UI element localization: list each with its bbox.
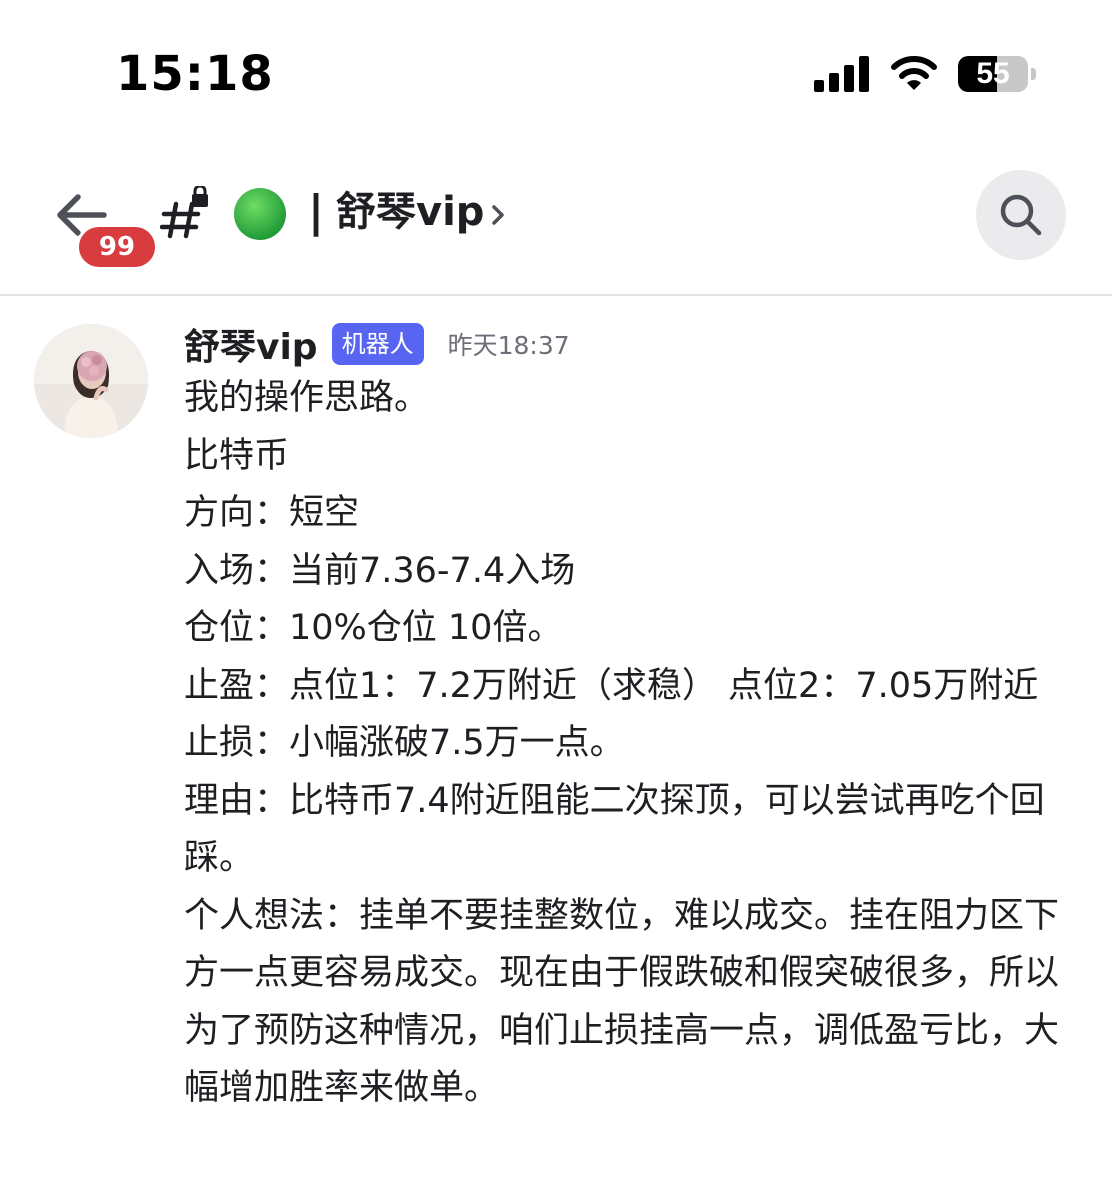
unread-count-badge[interactable]: 99 <box>76 224 158 270</box>
channel-name[interactable]: 舒琴vip <box>336 184 484 240</box>
chat-message: 舒琴vip 机器人 昨天18:37 我的操作思路。 比特币 方向：短空 入场：当… <box>0 296 1112 1200</box>
battery-indicator: 55 <box>958 56 1038 94</box>
message-line-position: 仓位：10%仓位 10倍。 <box>184 608 563 648</box>
message-line-direction: 方向：短空 <box>184 493 360 533</box>
message-line-asset: 比特币 <box>184 435 290 476</box>
message-timestamp: 昨天18:37 <box>447 331 570 360</box>
wifi-icon <box>891 56 937 90</box>
message-line-take-profit: 止盈：点位1：7.2万附近（求稳） 点位2：7.05万附近 <box>184 665 1039 706</box>
battery-body: 55 <box>958 56 1028 92</box>
search-icon <box>1000 194 1042 236</box>
battery-cap <box>1031 68 1036 80</box>
avatar-image <box>34 324 148 438</box>
message-line-entry: 入场：当前7.36-7.4入场 <box>184 550 576 591</box>
channel-separator: | <box>308 186 325 237</box>
message-line-intro: 我的操作思路。 <box>184 378 430 418</box>
chevron-right-icon[interactable] <box>486 200 510 230</box>
locked-hash-channel-icon <box>160 186 208 239</box>
message-line-stop-loss: 止损：小幅涨破7.5万一点。 <box>184 723 625 763</box>
search-button[interactable] <box>976 170 1066 260</box>
message-line-reason: 理由：比特币7.4附近阻能二次探顶，可以尝试再吃个回踩。 <box>184 780 1045 879</box>
green-circle-status-icon <box>234 188 286 240</box>
author-name[interactable]: 舒琴vip <box>184 318 318 370</box>
bot-badge: 机器人 <box>331 323 424 365</box>
channel-header: 99 | 舒琴vip <box>0 150 1112 294</box>
message-line-personal-idea: 个人想法：挂单不要挂整数位，难以成交。挂在阻力区下方一点更容易成交。现在由于假跌… <box>184 895 1060 1109</box>
status-bar: 15:18 55 <box>0 0 1112 150</box>
status-time: 15:18 <box>116 46 274 102</box>
message-header: 舒琴vip 机器人 昨天18:37 <box>184 318 570 370</box>
battery-percentage: 55 <box>976 57 1010 90</box>
message-content: 我的操作思路。 比特币 方向：短空 入场：当前7.36-7.4入场 仓位：10%… <box>184 370 1064 1118</box>
avatar[interactable] <box>34 324 148 438</box>
cellular-signal-icon <box>814 56 869 92</box>
